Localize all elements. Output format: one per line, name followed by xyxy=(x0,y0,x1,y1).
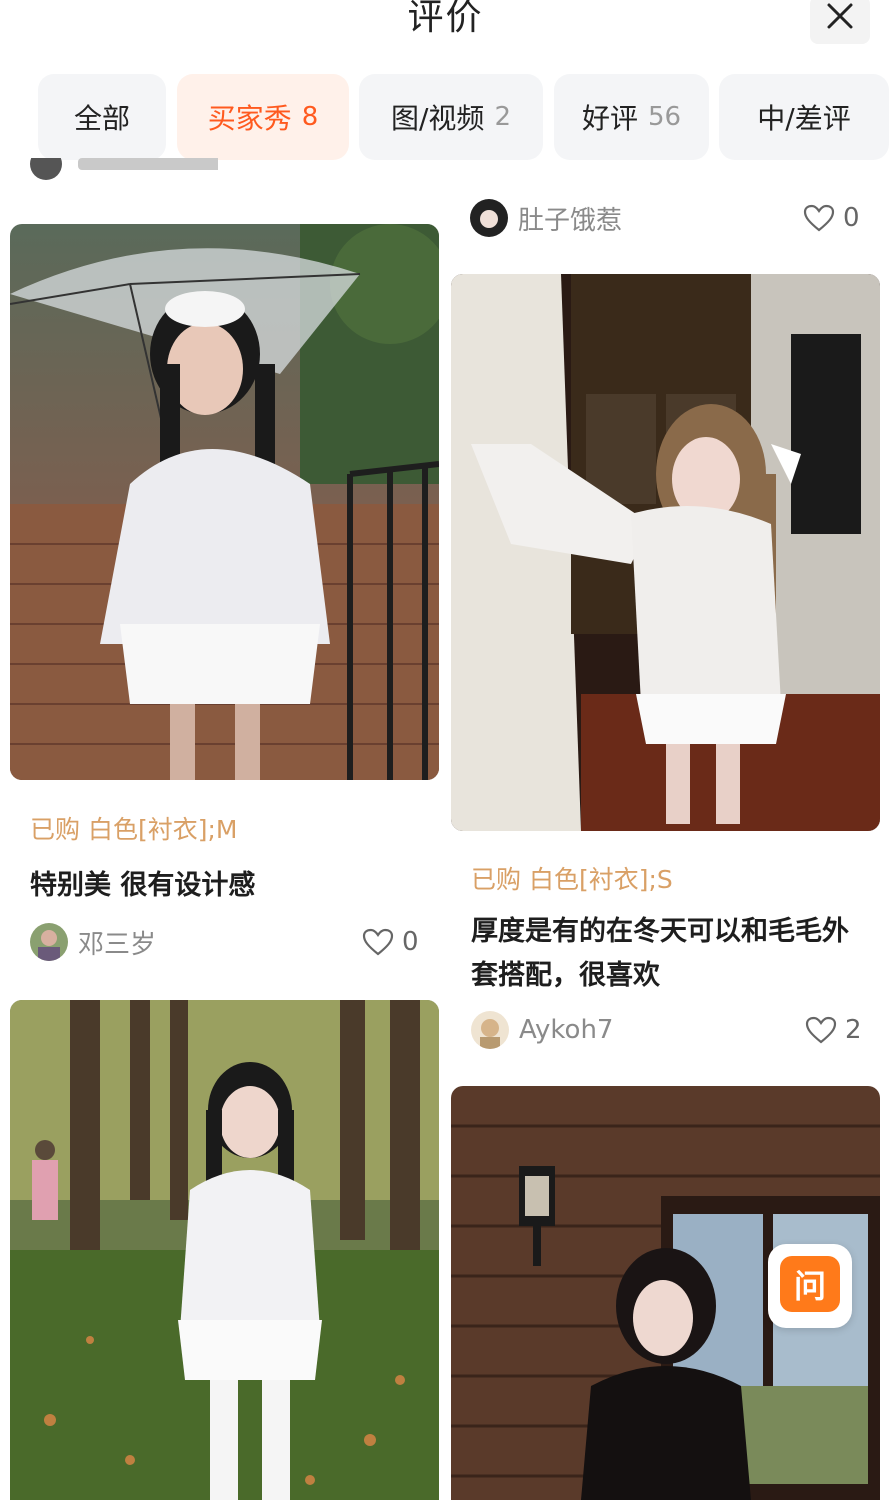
review-text[interactable]: 特别美 很有设计感 xyxy=(30,864,430,908)
tab-negative[interactable]: 中/差评 xyxy=(719,74,889,160)
like-button[interactable]: 0 xyxy=(362,922,419,962)
tab-label: 好评 xyxy=(581,102,638,135)
review-photo[interactable] xyxy=(451,274,880,831)
avatar[interactable] xyxy=(470,199,508,237)
author-name[interactable]: 邓三岁 xyxy=(78,924,156,961)
tab-positive[interactable]: 好评 56 xyxy=(554,74,709,160)
tab-label: 买家秀 xyxy=(207,102,292,135)
purchase-variant: 已购 白色[衬衣];M xyxy=(30,810,237,846)
avatar[interactable] xyxy=(471,1011,509,1049)
page-title: 评价 xyxy=(407,0,484,38)
avatar[interactable] xyxy=(30,923,68,961)
author-name[interactable]: Aykoh7 xyxy=(519,1015,613,1045)
review-text-line: 厚度是有的在冬天可以和毛毛外 xyxy=(471,916,849,947)
tab-buyer-show[interactable]: 买家秀 8 xyxy=(177,74,349,160)
heart-icon xyxy=(362,928,394,956)
ask-question-button[interactable]: 问 xyxy=(768,1244,852,1328)
heart-icon xyxy=(805,1016,837,1044)
review-text[interactable]: 厚度是有的在冬天可以和毛毛外 套搭配，很喜欢 xyxy=(471,910,871,998)
purchase-variant: 已购 白色[衬衣];S xyxy=(471,860,673,896)
variant-text: 白色[衬衣];S xyxy=(528,865,673,894)
close-icon xyxy=(827,3,853,29)
author-name[interactable]: 肚子饿惹 xyxy=(518,200,622,237)
like-count: 0 xyxy=(402,927,419,957)
ask-icon: 问 xyxy=(780,1256,840,1312)
variant-text: 白色[衬衣];M xyxy=(87,815,238,844)
tab-label: 图/视频 xyxy=(391,102,485,135)
scrolled-author-row xyxy=(28,158,218,182)
like-count: 2 xyxy=(845,1015,862,1045)
like-button[interactable]: 0 xyxy=(803,198,860,238)
tab-count: 2 xyxy=(494,102,511,132)
tab-count: 8 xyxy=(301,102,319,132)
review-photo[interactable] xyxy=(10,224,439,780)
like-button[interactable]: 2 xyxy=(805,1010,862,1050)
close-button[interactable] xyxy=(810,0,870,44)
author-row[interactable]: 邓三岁 xyxy=(30,922,156,962)
header: 评价 xyxy=(0,0,891,60)
purchased-label: 已购 xyxy=(471,865,522,894)
like-count: 0 xyxy=(843,203,860,233)
author-row[interactable]: 肚子饿惹 xyxy=(470,198,622,238)
filter-tabs: 全部 买家秀 8 图/视频 2 好评 56 中/差评 xyxy=(0,74,891,160)
tab-count: 56 xyxy=(647,102,682,132)
author-row[interactable]: Aykoh7 xyxy=(471,1010,613,1050)
tab-all[interactable]: 全部 xyxy=(38,74,166,160)
heart-icon xyxy=(803,204,835,232)
purchased-label: 已购 xyxy=(30,815,81,844)
tab-label: 中/差评 xyxy=(757,102,851,135)
review-text-line: 套搭配，很喜欢 xyxy=(471,960,660,991)
review-photo[interactable] xyxy=(10,1000,439,1500)
tab-label: 全部 xyxy=(73,102,130,135)
tab-media[interactable]: 图/视频 2 xyxy=(359,74,543,160)
